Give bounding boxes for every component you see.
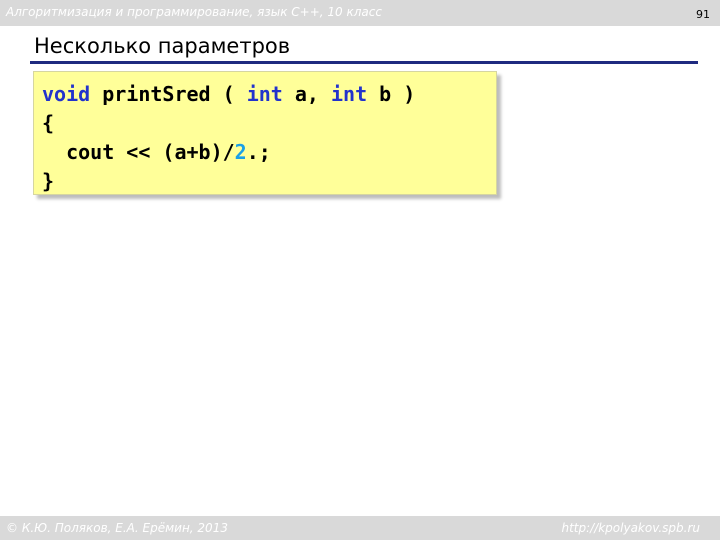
function-signature: printSred ( (90, 82, 247, 106)
code-line-3-rest: .; (246, 140, 271, 164)
course-title: Алгоритмизация и программирование, язык … (6, 5, 382, 19)
number-literal: 2 (234, 140, 247, 164)
title-underline (30, 61, 698, 64)
footer-bar: © К.Ю. Поляков, Е.А. Ерёмин, 2013 http:/… (0, 516, 720, 540)
page-number: 91 (696, 8, 710, 21)
keyword-int-2: int (331, 82, 368, 106)
code-line-2: { (42, 111, 55, 135)
parameter-a: a, (282, 82, 332, 106)
slide-title: Несколько параметров (34, 34, 291, 58)
code-line-3: cout << (a+b)/2.; (42, 140, 271, 164)
code-block: void printSred ( int a, int b ) { cout <… (33, 71, 497, 195)
code-line-1: void printSred ( int a, int b ) (42, 82, 415, 106)
code-line-4: } (42, 169, 55, 193)
code-line-3-text: cout << (a+b)/ (42, 140, 235, 164)
header-bar: Алгоритмизация и программирование, язык … (0, 0, 720, 26)
keyword-int-1: int (246, 82, 283, 106)
authors-copyright: © К.Ю. Поляков, Е.А. Ерёмин, 2013 (6, 521, 228, 535)
code-text: void printSred ( int a, int b ) { cout <… (42, 80, 415, 196)
keyword-void: void (42, 82, 91, 106)
website-link[interactable]: http://kpolyakov.spb.ru (561, 521, 700, 535)
parameter-b: b ) (367, 82, 416, 106)
